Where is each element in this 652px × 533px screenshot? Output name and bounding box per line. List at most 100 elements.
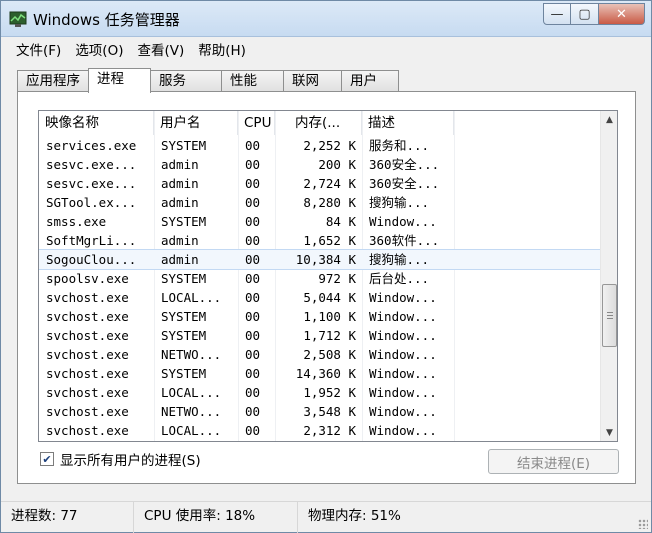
row-cpu: 00 xyxy=(245,157,261,172)
maximize-button[interactable]: ▢ xyxy=(571,3,599,25)
row-memory: 2,724 K xyxy=(303,176,356,191)
row-user-name: NETWO... xyxy=(161,347,222,362)
table-row[interactable]: svchost.exe NETWO... 00 3,548 K Window... xyxy=(39,402,601,421)
row-cpu: 00 xyxy=(245,290,261,305)
menu-bar: 文件(F) 选项(O) 查看(V) 帮助(H) xyxy=(1,37,651,61)
status-bar: 进程数: 77 CPU 使用率: 18% 物理内存: 51% xyxy=(1,501,651,533)
row-memory: 8,280 K xyxy=(303,195,356,210)
row-user-name: SYSTEM xyxy=(161,309,207,324)
table-row[interactable]: spoolsv.exe SYSTEM 00 972 K 后台处... xyxy=(39,269,601,288)
tab-applications[interactable]: 应用程序 xyxy=(17,70,89,92)
tab-networking[interactable]: 联网 xyxy=(283,70,342,92)
tab-strip: 应用程序 进程 服务 性能 联网 用户 xyxy=(17,68,399,93)
row-cpu: 00 xyxy=(245,404,261,419)
table-row[interactable]: svchost.exe SYSTEM 00 14,360 K Window... xyxy=(39,364,601,383)
row-image-name: SGTool.ex... xyxy=(46,195,137,210)
table-row[interactable]: svchost.exe LOCAL... 00 2,312 K Window... xyxy=(39,421,601,440)
table-row[interactable]: svchost.exe SYSTEM 00 1,712 K Window... xyxy=(39,326,601,345)
table-row[interactable]: SoftMgrLi... admin 00 1,652 K 360软件... xyxy=(39,231,601,250)
menu-view[interactable]: 查看(V) xyxy=(130,39,191,59)
table-row[interactable]: sesvc.exe... admin 00 200 K 360安全... xyxy=(39,155,601,174)
menu-file[interactable]: 文件(F) xyxy=(9,39,68,59)
table-row[interactable]: SogouClou... admin 00 10,384 K 搜狗输... xyxy=(39,249,602,270)
row-memory: 3,548 K xyxy=(303,404,356,419)
table-row[interactable]: svchost.exe NETWO... 00 2,508 K Window... xyxy=(39,345,601,364)
row-user-name: admin xyxy=(161,195,199,210)
row-cpu: 00 xyxy=(245,233,261,248)
table-row[interactable]: smss.exe SYSTEM 00 84 K Window... xyxy=(39,212,601,231)
row-user-name: LOCAL... xyxy=(161,290,222,305)
vertical-scrollbar[interactable]: ▲ ▼ xyxy=(600,111,617,441)
row-image-name: SogouClou... xyxy=(46,252,137,267)
arrow-up-icon: ▲ xyxy=(606,114,613,125)
row-user-name: LOCAL... xyxy=(161,423,222,438)
row-cpu: 00 xyxy=(245,214,261,229)
column-user-name[interactable]: 用户名 xyxy=(154,111,238,135)
row-image-name: svchost.exe xyxy=(46,404,129,419)
column-cpu[interactable]: CPU xyxy=(238,111,275,135)
show-all-users-checkbox[interactable]: ✔ xyxy=(40,452,54,466)
window-controls: — ▢ ✕ xyxy=(543,3,645,25)
show-all-users-row[interactable]: ✔ 显示所有用户的进程(S) xyxy=(40,449,201,469)
row-memory: 1,952 K xyxy=(303,385,356,400)
row-image-name: smss.exe xyxy=(46,214,107,229)
title-bar[interactable]: Windows 任务管理器 — ▢ ✕ xyxy=(1,1,651,37)
row-image-name: svchost.exe xyxy=(46,347,129,362)
menu-help[interactable]: 帮助(H) xyxy=(191,39,253,59)
row-memory: 200 K xyxy=(318,157,356,172)
row-description: Window... xyxy=(369,328,437,343)
row-user-name: NETWO... xyxy=(161,404,222,419)
row-description: Window... xyxy=(369,214,437,229)
scroll-up-button[interactable]: ▲ xyxy=(601,111,617,128)
row-description: 后台处... xyxy=(369,271,430,286)
row-description: Window... xyxy=(369,290,437,305)
menu-options[interactable]: 选项(O) xyxy=(68,39,130,59)
row-image-name: sesvc.exe... xyxy=(46,157,137,172)
row-cpu: 00 xyxy=(245,195,261,210)
row-user-name: SYSTEM xyxy=(161,271,207,286)
task-manager-window: Windows 任务管理器 — ▢ ✕ 文件(F) 选项(O) 查看(V) 帮助… xyxy=(0,0,652,533)
tab-processes[interactable]: 进程 xyxy=(88,68,151,93)
row-description: Window... xyxy=(369,347,437,362)
arrow-down-icon: ▼ xyxy=(606,427,613,438)
tab-performance[interactable]: 性能 xyxy=(221,70,284,92)
row-cpu: 00 xyxy=(245,309,261,324)
process-list[interactable]: 映像名称 用户名 CPU 内存(... 描述 services.exe SYSTE… xyxy=(38,110,618,442)
row-cpu: 00 xyxy=(245,423,261,438)
row-description: Window... xyxy=(369,366,437,381)
tab-services[interactable]: 服务 xyxy=(150,70,222,92)
column-image-name[interactable]: 映像名称 xyxy=(39,111,154,135)
row-image-name: svchost.exe xyxy=(46,290,129,305)
window-title: Windows 任务管理器 xyxy=(33,11,180,29)
row-description: 360软件... xyxy=(369,233,440,248)
resize-grip-icon[interactable] xyxy=(638,519,648,529)
column-memory[interactable]: 内存(... xyxy=(275,111,362,135)
table-row[interactable]: sesvc.exe... admin 00 2,724 K 360安全... xyxy=(39,174,601,193)
row-description: Window... xyxy=(369,423,437,438)
row-memory: 2,252 K xyxy=(303,138,356,153)
row-cpu: 00 xyxy=(245,385,261,400)
column-header-row: 映像名称 用户名 CPU 内存(... 描述 xyxy=(39,111,454,135)
table-row[interactable]: svchost.exe LOCAL... 00 1,952 K Window... xyxy=(39,383,601,402)
status-physical-memory: 物理内存: 51% xyxy=(308,507,401,524)
table-row[interactable]: svchost.exe LOCAL... 00 5,044 K Window... xyxy=(39,288,601,307)
show-all-users-label[interactable]: 显示所有用户的进程(S) xyxy=(60,449,201,469)
scroll-down-button[interactable]: ▼ xyxy=(601,424,617,441)
minimize-button[interactable]: — xyxy=(543,3,571,25)
row-description: 360安全... xyxy=(369,176,440,191)
tab-users[interactable]: 用户 xyxy=(341,70,399,92)
row-description: Window... xyxy=(369,404,437,419)
row-user-name: SYSTEM xyxy=(161,138,207,153)
column-description[interactable]: 描述 xyxy=(362,111,454,135)
table-row[interactable]: svchost.exe SYSTEM 00 1,100 K Window... xyxy=(39,307,601,326)
row-memory: 1,712 K xyxy=(303,328,356,343)
table-row[interactable]: SGTool.ex... admin 00 8,280 K 搜狗输... xyxy=(39,193,601,212)
table-row[interactable]: services.exe SYSTEM 00 2,252 K 服务和... xyxy=(39,136,601,155)
end-process-button[interactable]: 结束进程(E) xyxy=(488,449,619,474)
row-cpu: 00 xyxy=(245,347,261,362)
scroll-thumb[interactable] xyxy=(602,284,617,347)
close-button[interactable]: ✕ xyxy=(599,3,645,25)
row-memory: 10,384 K xyxy=(295,252,356,267)
row-image-name: spoolsv.exe xyxy=(46,271,129,286)
row-user-name: admin xyxy=(161,157,199,172)
